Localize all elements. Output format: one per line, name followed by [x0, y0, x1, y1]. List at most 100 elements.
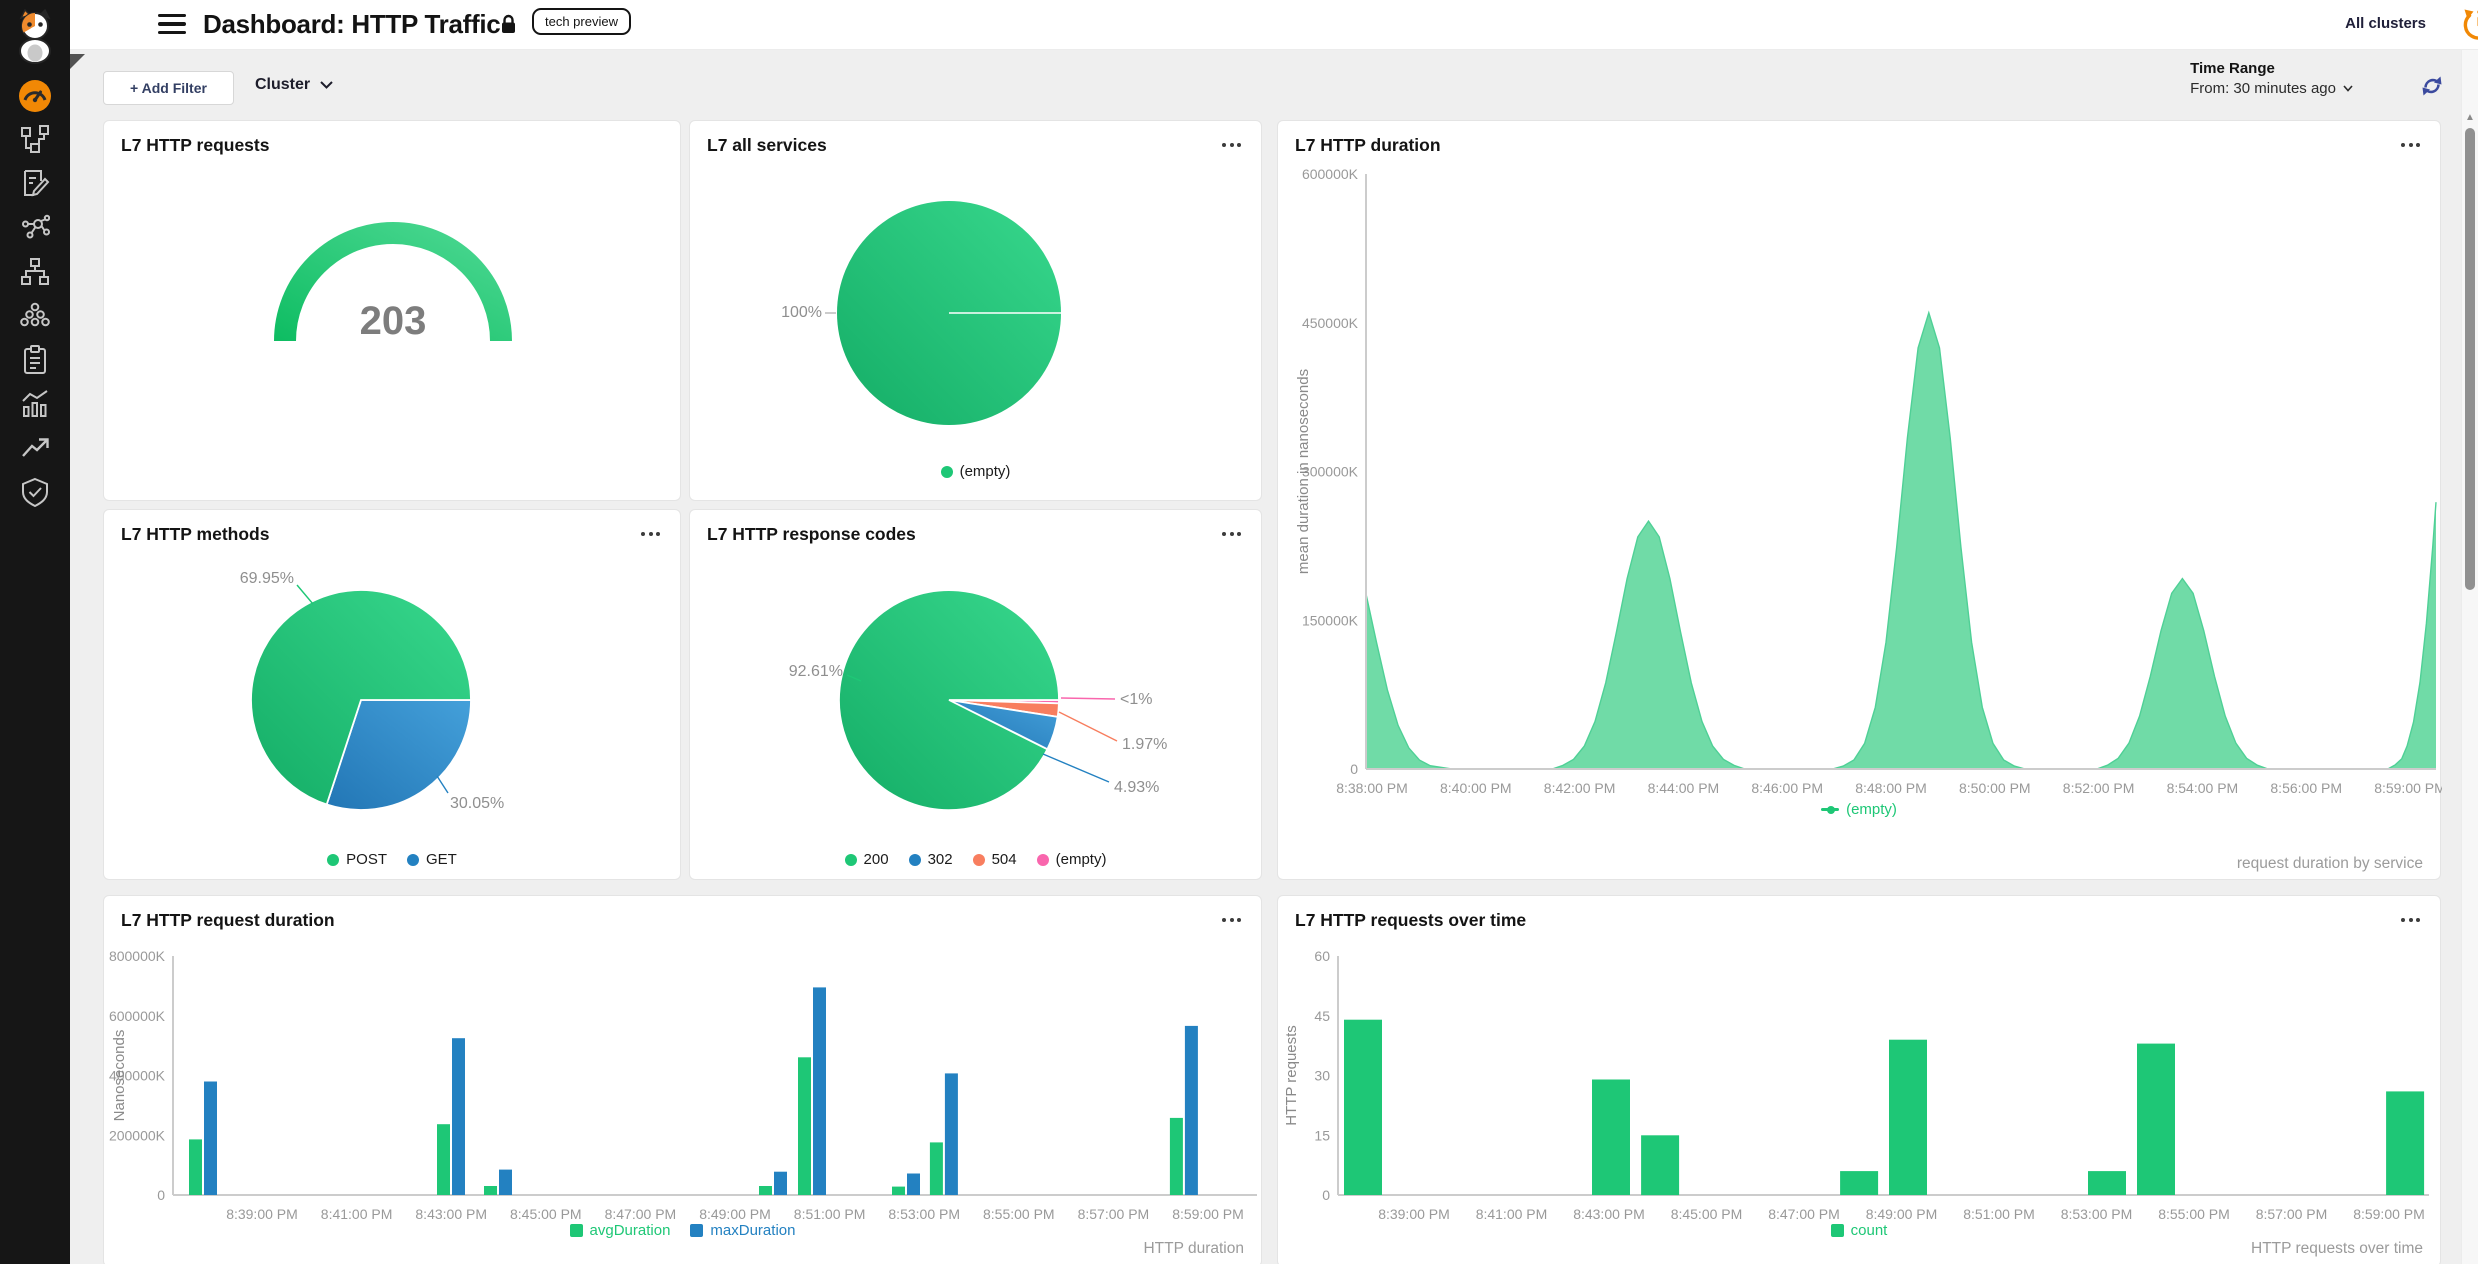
pie-chart — [690, 510, 1263, 881]
svg-text:8:43:00 PM: 8:43:00 PM — [415, 1206, 487, 1220]
chart-legend[interactable]: (empty) — [690, 463, 1261, 480]
sidebar-item-policies[interactable] — [0, 340, 70, 380]
lock-icon — [500, 14, 517, 39]
svg-text:HTTP requests: HTTP requests — [1283, 1025, 1300, 1126]
sidebar-item-network[interactable] — [0, 252, 70, 292]
svg-text:30: 30 — [1314, 1068, 1330, 1084]
legend-marker — [973, 854, 985, 866]
svg-text:8:56:00 PM: 8:56:00 PM — [2270, 780, 2342, 796]
svg-text:8:55:00 PM: 8:55:00 PM — [2158, 1206, 2230, 1220]
time-range-control[interactable]: Time Range From: 30 minutes ago — [2190, 60, 2353, 97]
sidebar-item-security[interactable] — [0, 472, 70, 512]
vertical-scrollbar[interactable]: ▲ — [2461, 50, 2478, 1264]
legend-marker — [1831, 1224, 1844, 1237]
legend-marker — [327, 854, 339, 866]
svg-text:8:52:00 PM: 8:52:00 PM — [2063, 780, 2135, 796]
svg-text:800000K: 800000K — [109, 948, 166, 964]
cluster-dropdown[interactable]: Cluster — [255, 76, 333, 94]
legend-item[interactable]: (empty) — [1821, 801, 1897, 818]
legend-label: POST — [346, 851, 387, 868]
cluster-dropdown-label: Cluster — [255, 76, 310, 94]
bar-chart: 6045301508:39:00 PM8:41:00 PM8:43:00 PM8… — [1278, 896, 2442, 1220]
svg-text:8:46:00 PM: 8:46:00 PM — [1751, 780, 1823, 796]
scrollbar-up-arrow[interactable]: ▲ — [2465, 112, 2475, 123]
svg-text:0: 0 — [1322, 1187, 1330, 1203]
panel-menu-button[interactable] — [2401, 143, 2420, 147]
panel-title: L7 HTTP methods — [121, 524, 269, 545]
panel-title: L7 HTTP requests over time — [1295, 910, 1526, 931]
pie-percent-label: 69.95% — [224, 570, 294, 588]
add-filter-button[interactable]: + Add Filter — [103, 71, 234, 105]
panel-menu-button[interactable] — [2401, 918, 2420, 922]
all-clusters-label[interactable]: All clusters — [2286, 15, 2426, 32]
service-map-icon — [20, 125, 50, 155]
chart-legend[interactable]: avgDuration maxDuration — [104, 1222, 1261, 1239]
svg-text:8:51:00 PM: 8:51:00 PM — [794, 1206, 866, 1220]
page-title: Dashboard: HTTP Traffic — [203, 9, 500, 40]
chart-legend[interactable]: 200 302 504 (empty) — [690, 851, 1261, 868]
panel-title: L7 HTTP request duration — [121, 910, 335, 931]
svg-text:8:59:00 PM: 8:59:00 PM — [1172, 1206, 1244, 1220]
area-chart: 600000K450000K300000K150000K08:38:00 PM8… — [1278, 121, 2442, 821]
legend-item[interactable]: 302 — [909, 851, 953, 868]
legend-label: 302 — [928, 851, 953, 868]
svg-text:600000K: 600000K — [1302, 166, 1359, 182]
sidebar-item-metrics[interactable] — [0, 384, 70, 424]
legend-label: (empty) — [960, 463, 1011, 480]
scrollbar-thumb[interactable] — [2465, 128, 2475, 590]
sidebar-item-dashboards[interactable] — [0, 76, 70, 116]
panel-menu-button[interactable] — [641, 532, 660, 536]
sidebar — [0, 0, 70, 1264]
panel-l7-http-requests-over-time: L7 HTTP requests over time 6045301508:39… — [1277, 895, 2441, 1264]
svg-text:8:42:00 PM: 8:42:00 PM — [1544, 780, 1616, 796]
legend-label: (empty) — [1056, 851, 1107, 868]
pie-percent-label: 4.93% — [1114, 779, 1159, 797]
filter-bar: + Add Filter Cluster Time Range From: 30… — [70, 50, 2478, 116]
svg-text:8:43:00 PM: 8:43:00 PM — [1573, 1206, 1645, 1220]
legend-label: maxDuration — [710, 1222, 795, 1239]
pie-percent-label: 1.97% — [1122, 736, 1167, 754]
legend-item[interactable]: maxDuration — [690, 1222, 795, 1239]
sidebar-item-clusters[interactable] — [0, 296, 70, 336]
legend-item[interactable]: POST — [327, 851, 387, 868]
sidebar-item-service-map[interactable] — [0, 120, 70, 160]
svg-text:8:47:00 PM: 8:47:00 PM — [1768, 1206, 1840, 1220]
legend-item[interactable]: avgDuration — [570, 1222, 671, 1239]
svg-text:8:44:00 PM: 8:44:00 PM — [1648, 780, 1720, 796]
chevron-down-icon — [2343, 85, 2353, 92]
refresh-icon[interactable] — [2419, 73, 2445, 104]
svg-text:8:45:00 PM: 8:45:00 PM — [510, 1206, 582, 1220]
legend-item[interactable]: (empty) — [1037, 851, 1107, 868]
svg-text:8:50:00 PM: 8:50:00 PM — [1959, 780, 2031, 796]
panel-menu-button[interactable] — [1222, 918, 1241, 922]
svg-text:8:41:00 PM: 8:41:00 PM — [321, 1206, 393, 1220]
legend-item[interactable]: (empty) — [941, 463, 1011, 480]
network-sitemap-icon — [20, 257, 50, 287]
time-range-label: Time Range — [2190, 60, 2353, 77]
legend-item[interactable]: count — [1831, 1222, 1888, 1239]
sidebar-item-flows[interactable] — [0, 164, 70, 204]
svg-text:45: 45 — [1314, 1008, 1330, 1024]
svg-text:15: 15 — [1314, 1127, 1330, 1143]
chart-legend[interactable]: (empty) — [1278, 801, 2440, 818]
hamburger-menu-icon[interactable] — [158, 14, 186, 36]
process-tree-icon — [20, 213, 50, 243]
legend-item[interactable]: 504 — [973, 851, 1017, 868]
sidebar-item-trends[interactable] — [0, 428, 70, 468]
security-shield-icon — [20, 477, 50, 507]
panel-menu-button[interactable] — [1222, 532, 1241, 536]
chart-legend[interactable]: POST GET — [104, 851, 680, 868]
svg-text:8:38:00 PM: 8:38:00 PM — [1336, 780, 1408, 796]
svg-text:Nanoseconds: Nanoseconds — [111, 1030, 128, 1122]
panel-menu-button[interactable] — [1222, 143, 1241, 147]
legend-item[interactable]: GET — [407, 851, 457, 868]
history-icon[interactable] — [2460, 6, 2478, 49]
legend-label: 200 — [864, 851, 889, 868]
chart-legend[interactable]: count — [1278, 1222, 2440, 1239]
chart-footer-note: HTTP requests over time — [2251, 1240, 2423, 1258]
legend-item[interactable]: 200 — [845, 851, 889, 868]
sidebar-item-process-tree[interactable] — [0, 208, 70, 248]
trends-arrow-icon — [20, 433, 50, 463]
svg-text:8:53:00 PM: 8:53:00 PM — [2061, 1206, 2133, 1220]
cat-logo-icon[interactable] — [0, 8, 70, 66]
